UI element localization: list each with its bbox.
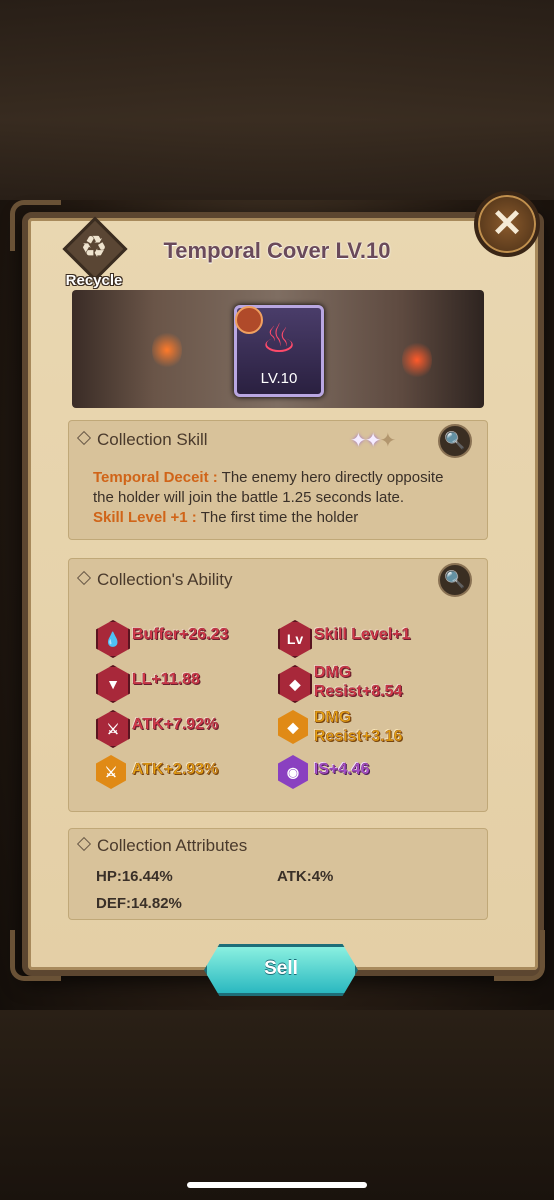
- section-title: Collection Skill: [76, 430, 208, 450]
- skill-description[interactable]: Temporal Deceit : The enemy hero directl…: [93, 468, 453, 536]
- star-empty-icon: ✦: [379, 430, 397, 452]
- skill-name: Temporal Deceit :: [93, 469, 218, 486]
- item-title: Temporal Cover LV.10: [163, 238, 391, 263]
- section-title: Collection Attributes: [76, 836, 247, 856]
- close-button[interactable]: ✕: [474, 191, 540, 257]
- attr-hp: HP:16.44%: [96, 868, 173, 885]
- skill-level-text: The first time the holder: [196, 509, 359, 526]
- item-card[interactable]: ♨ LV.10: [234, 305, 324, 397]
- background-scene-bottom: [0, 1010, 554, 1200]
- ability-detail-button[interactable]: 🔍: [438, 563, 472, 597]
- item-level: LV.10: [260, 370, 298, 387]
- sell-label: Sell: [264, 958, 298, 979]
- star-filled-icon: ✦: [350, 430, 367, 452]
- diamond-bullet-icon: [76, 570, 92, 586]
- close-icon: ✕: [491, 203, 523, 245]
- sell-button[interactable]: Sell: [204, 944, 358, 996]
- attr-atk: ATK:4%: [277, 868, 334, 885]
- attr-def: DEF:14.82%: [96, 895, 182, 912]
- diamond-bullet-icon: [76, 836, 92, 852]
- skill-detail-button[interactable]: 🔍: [438, 424, 472, 458]
- torch-glow: [402, 340, 432, 380]
- torch-glow: [152, 330, 182, 370]
- recycle-label: Recycle: [65, 272, 123, 289]
- magnifier-icon: 🔍: [444, 570, 466, 589]
- crimson-flame-relic-icon: ♨: [261, 317, 297, 361]
- skill-stars: ✦✦✦: [350, 428, 397, 453]
- magnifier-icon: 🔍: [444, 431, 466, 450]
- skill-level-name: Skill Level +1 :: [93, 509, 197, 526]
- panel-corner-ornament: [10, 930, 61, 981]
- home-indicator[interactable]: [187, 1182, 367, 1188]
- background-scene-top: [0, 0, 554, 200]
- diamond-bullet-icon: [76, 430, 92, 446]
- section-title: Collection's Ability: [76, 570, 233, 590]
- star-filled-icon: ✦: [364, 430, 382, 452]
- panel-corner-ornament: [494, 930, 545, 981]
